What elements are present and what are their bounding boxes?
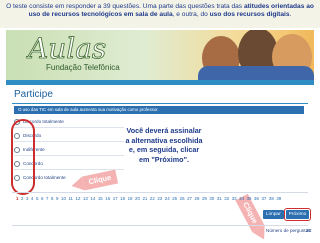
page-link[interactable]: 2 xyxy=(21,196,23,201)
page-link[interactable]: 21 xyxy=(142,196,147,201)
instruction-banner: O teste consiste em responder a 39 quest… xyxy=(0,0,320,28)
radio-highlight-oval xyxy=(11,119,35,195)
student-photo xyxy=(198,66,314,80)
clique-arrow-left: Clique xyxy=(81,169,119,191)
page-link[interactable]: 32 xyxy=(224,196,229,201)
page-link[interactable]: 17 xyxy=(113,196,118,201)
questions-count-value: 20 xyxy=(306,228,312,233)
next-button[interactable]: Próximo xyxy=(283,208,312,221)
instruction-text: O teste consiste em responder a 39 quest… xyxy=(0,0,320,20)
page-link[interactable]: 7 xyxy=(46,196,48,201)
page-link[interactable]: 11 xyxy=(68,196,73,201)
pagination: 1 2 3 4 5 6 7 8 9 10 11 12 13 14 15 16 17 18 19 20 21 22 23 24 2… xyxy=(16,195,310,203)
page-link[interactable]: 36 xyxy=(254,196,259,201)
page-link[interactable]: 39 xyxy=(276,196,281,201)
page-link[interactable]: 37 xyxy=(261,196,266,201)
page-link[interactable]: 25 xyxy=(172,196,177,201)
clear-button[interactable]: Limpar xyxy=(263,210,284,219)
question-header: O uso das TIC em sala de aula aumenta su… xyxy=(14,106,304,114)
aulas-logo: Aulas Fundação Telefônica xyxy=(26,32,120,72)
page-link[interactable]: 3 xyxy=(26,196,28,201)
page-link[interactable]: 10 xyxy=(61,196,66,201)
logo-subtitle: Fundação Telefônica xyxy=(46,63,120,72)
instruction-text-part: . xyxy=(289,11,292,19)
page-link[interactable]: 5 xyxy=(36,196,38,201)
divider xyxy=(12,225,308,226)
questions-count-label: Número de perguntas: xyxy=(266,228,312,233)
page-link[interactable]: 29 xyxy=(202,196,207,201)
instruction-text-part: , e outra, do xyxy=(172,11,210,19)
page-link[interactable]: 30 xyxy=(209,196,214,201)
page-link[interactable]: 34 xyxy=(239,196,244,201)
page-link[interactable]: 1 xyxy=(16,196,18,201)
divider xyxy=(12,103,308,104)
page-link[interactable]: 26 xyxy=(180,196,185,201)
page-link[interactable]: 24 xyxy=(165,196,170,201)
page-title: Participe xyxy=(14,89,53,100)
page-link[interactable]: 19 xyxy=(128,196,133,201)
instruction-text-part: O teste consiste em responder a 39 quest… xyxy=(6,3,244,10)
website-screenshot: Aulas Fundação Telefônica Participe O us… xyxy=(6,30,314,240)
page-link[interactable]: 8 xyxy=(51,196,53,201)
logo-title: Aulas xyxy=(26,32,106,65)
page-link[interactable]: 9 xyxy=(56,196,58,201)
nav-bar xyxy=(6,80,314,85)
page-link[interactable]: 16 xyxy=(105,196,110,201)
page-link[interactable]: 22 xyxy=(150,196,155,201)
navigation-buttons: Limpar Próximo xyxy=(263,208,312,221)
page-link[interactable]: 33 xyxy=(232,196,237,201)
page-link[interactable]: 13 xyxy=(83,196,88,201)
page-link[interactable]: 23 xyxy=(157,196,162,201)
divider xyxy=(12,192,308,193)
page-link[interactable]: 4 xyxy=(31,196,33,201)
page-link[interactable]: 15 xyxy=(98,196,103,201)
page-link[interactable]: 18 xyxy=(120,196,125,201)
instruction-callout: Você deverá assinalar a alternativa esco… xyxy=(125,126,203,164)
page-link[interactable]: 12 xyxy=(76,196,81,201)
page-link[interactable]: 38 xyxy=(269,196,274,201)
page-link[interactable]: 14 xyxy=(90,196,95,201)
page-link[interactable]: 6 xyxy=(41,196,43,201)
page-link[interactable]: 28 xyxy=(195,196,200,201)
page-link[interactable]: 20 xyxy=(135,196,140,201)
instruction-emphasis: uso dos recursos digitais xyxy=(209,11,290,19)
page-link[interactable]: 27 xyxy=(187,196,192,201)
page-link[interactable]: 35 xyxy=(247,196,252,201)
page-link[interactable]: 31 xyxy=(217,196,222,201)
site-header: Aulas Fundação Telefônica xyxy=(6,30,314,80)
